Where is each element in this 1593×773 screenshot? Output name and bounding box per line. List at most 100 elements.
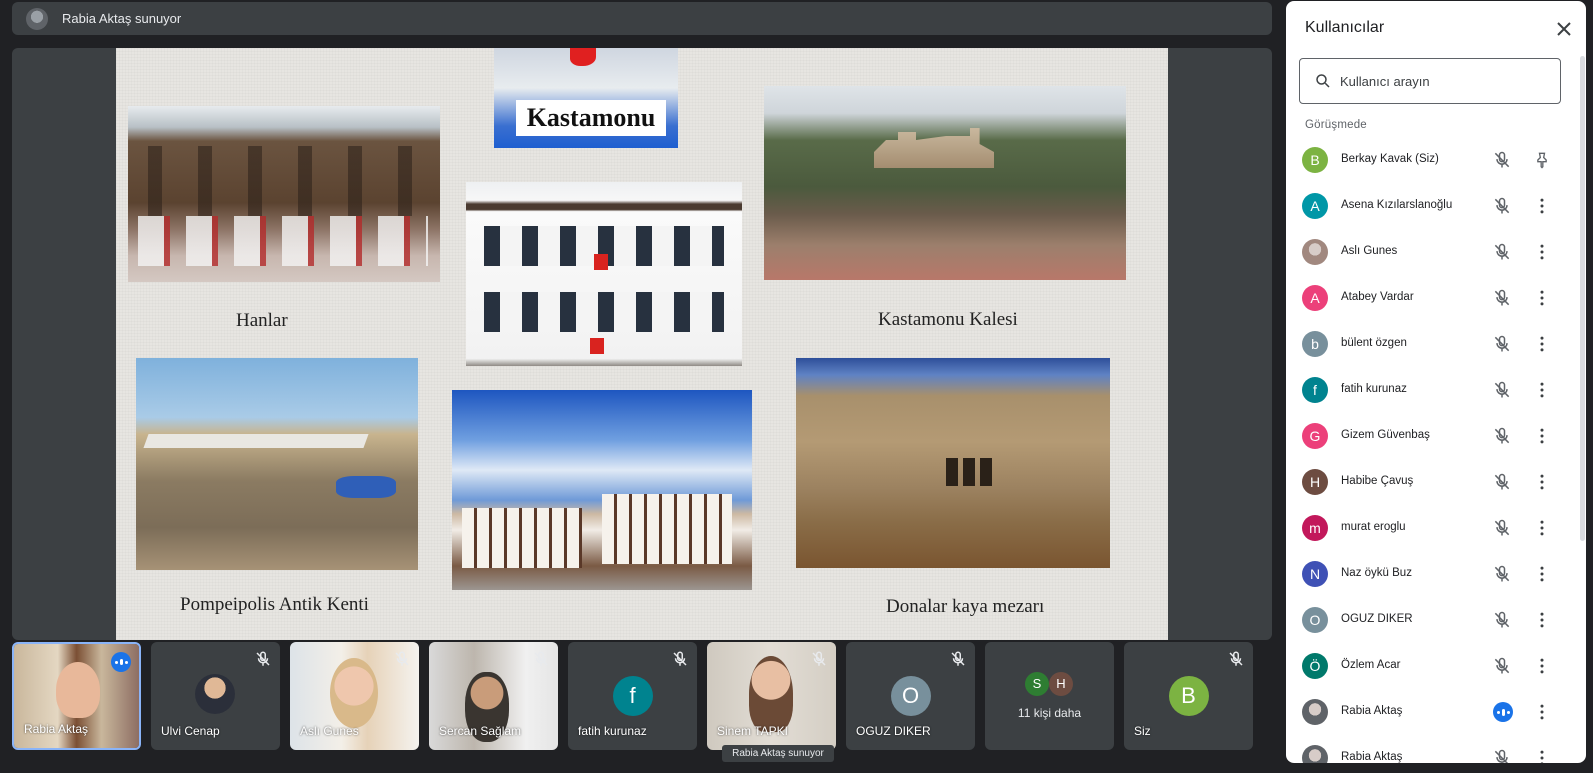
participant-row[interactable]: A Asena Kızılarslanoğlu [1286, 183, 1576, 229]
more-options-icon[interactable] [1532, 564, 1552, 584]
participant-name: Gizem Güvenbaş [1341, 429, 1430, 441]
tile-sinem-tapki[interactable]: Sinem TAPKI [707, 642, 836, 750]
avatar [195, 674, 235, 714]
presenter-avatar [26, 7, 48, 30]
participant-name: Rabia Aktaş [1341, 705, 1403, 717]
participant-row[interactable]: B Berkay Kavak (Siz) [1286, 137, 1576, 183]
more-options-icon[interactable] [1532, 196, 1552, 216]
participant-row[interactable]: O OGUZ DIKER [1286, 597, 1576, 643]
tile-name: OGUZ DIKER [856, 724, 931, 738]
more-options-icon[interactable] [1532, 748, 1552, 763]
participant-row[interactable]: Aslı Gunes [1286, 229, 1576, 275]
participant-name: Aslı Gunes [1341, 245, 1398, 257]
speaking-icon [111, 652, 131, 672]
participant-name: fatih kurunaz [1341, 383, 1407, 395]
avatar [1302, 239, 1328, 265]
mic-off-icon [949, 650, 967, 668]
participant-row[interactable]: Rabia Aktaş [1286, 735, 1576, 763]
mic-off-icon[interactable] [1492, 610, 1512, 630]
more-options-icon[interactable] [1532, 288, 1552, 308]
panel-title: Kullanıcılar [1305, 19, 1385, 36]
participant-row[interactable]: b bülent özgen [1286, 321, 1576, 367]
presentation-stage: Kastamonu Hanlar Kastamonu Kalesi Pompei… [12, 48, 1272, 640]
participant-name: Atabey Vardar [1341, 291, 1414, 303]
mic-off-icon[interactable] [1492, 196, 1512, 216]
more-options-icon[interactable] [1532, 426, 1552, 446]
avatar: A [1302, 193, 1328, 219]
more-options-icon[interactable] [1532, 610, 1552, 630]
tile-name: Siz [1134, 724, 1151, 738]
scrollbar[interactable] [1580, 56, 1585, 541]
section-in-call: Görüşmede [1305, 119, 1367, 131]
more-options-icon[interactable] [1532, 242, 1552, 262]
mic-off-icon[interactable] [1492, 472, 1512, 492]
participant-row[interactable]: m murat eroglu [1286, 505, 1576, 551]
participant-video [56, 662, 100, 718]
tile-name: fatih kurunaz [578, 724, 647, 738]
tile-oguz-diker[interactable]: O OGUZ DIKER [846, 642, 975, 750]
mic-off-icon[interactable] [1492, 288, 1512, 308]
more-options-icon[interactable] [1532, 702, 1552, 722]
participant-row[interactable]: H Habibe Çavuş [1286, 459, 1576, 505]
mic-off-icon[interactable] [1492, 334, 1512, 354]
more-options-icon[interactable] [1532, 380, 1552, 400]
participant-name: Özlem Acar [1341, 659, 1401, 671]
more-options-icon[interactable] [1532, 472, 1552, 492]
tile-ulvi-cenap[interactable]: Ulvi Cenap [151, 642, 280, 750]
speaking-icon [1493, 702, 1513, 722]
more-options-icon[interactable] [1532, 656, 1552, 676]
tile-name: Sercan Sağlam [439, 724, 522, 738]
tile-asli-gunes[interactable]: Aslı Gunes [290, 642, 419, 750]
people-panel: Kullanıcılar Görüşmede B Berkay Kavak (Si… [1286, 1, 1586, 763]
avatar: O [890, 676, 931, 716]
participant-row[interactable]: f fatih kurunaz [1286, 367, 1576, 413]
mic-off-icon[interactable] [1492, 518, 1512, 538]
mic-off-icon[interactable] [1492, 426, 1512, 446]
slide: Kastamonu Hanlar Kastamonu Kalesi Pompei… [116, 48, 1168, 640]
participant-list: B Berkay Kavak (Siz) A Asena Kızılarslanoğl… [1286, 137, 1576, 763]
avatar: f [612, 676, 653, 716]
tile-fatih-kurunaz[interactable]: f fatih kurunaz [568, 642, 697, 750]
avatar [1302, 699, 1328, 725]
close-icon[interactable] [1552, 17, 1576, 41]
pin-icon[interactable] [1532, 150, 1552, 170]
mic-off-icon [254, 650, 272, 668]
participant-video [330, 658, 378, 728]
map-label: Kastamonu [516, 100, 666, 136]
mic-off-icon [532, 650, 550, 668]
participant-name: Asena Kızılarslanoğlu [1341, 199, 1453, 211]
mic-off-icon[interactable] [1492, 150, 1512, 170]
caption-mezar: Donalar kaya mezarı [886, 596, 1045, 617]
mic-off-icon [393, 650, 411, 668]
participant-name: Rabia Aktaş [1341, 751, 1403, 763]
participant-row[interactable]: G Gizem Güvenbaş [1286, 413, 1576, 459]
mic-off-icon[interactable] [1492, 380, 1512, 400]
tile-sercan-saglam[interactable]: Sercan Sağlam [429, 642, 558, 750]
search-input[interactable] [1340, 68, 1550, 94]
avatar: f [1302, 377, 1328, 403]
pompeipolis-image [136, 358, 418, 570]
search-box[interactable] [1299, 58, 1561, 104]
mic-off-icon[interactable] [1492, 242, 1512, 262]
avatar: A [1302, 285, 1328, 311]
participant-row[interactable]: Rabia Aktaş [1286, 689, 1576, 735]
mic-off-icon[interactable] [1492, 748, 1512, 763]
tile-rabia-aktas[interactable]: Rabia Aktaş [12, 642, 141, 750]
participant-name: Berkay Kavak (Siz) [1341, 153, 1439, 165]
participant-row[interactable]: N Naz öykü Buz [1286, 551, 1576, 597]
tile-more-people[interactable]: S H 11 kişi daha [985, 642, 1114, 750]
more-options-icon[interactable] [1532, 518, 1552, 538]
donalar-kaya-mezari-image [796, 358, 1110, 568]
avatar: m [1302, 515, 1328, 541]
search-icon [1314, 72, 1332, 90]
caption-antik: Pompeipolis Antik Kenti [180, 594, 369, 615]
avatar: G [1302, 423, 1328, 449]
mic-off-icon[interactable] [1492, 656, 1512, 676]
tile-self[interactable]: B Siz [1124, 642, 1253, 750]
participant-row[interactable]: A Atabey Vardar [1286, 275, 1576, 321]
participant-row[interactable]: Ö Özlem Acar [1286, 643, 1576, 689]
avatar: N [1302, 561, 1328, 587]
kastamonu-evleri-image [452, 390, 752, 590]
mic-off-icon[interactable] [1492, 564, 1512, 584]
more-options-icon[interactable] [1532, 334, 1552, 354]
